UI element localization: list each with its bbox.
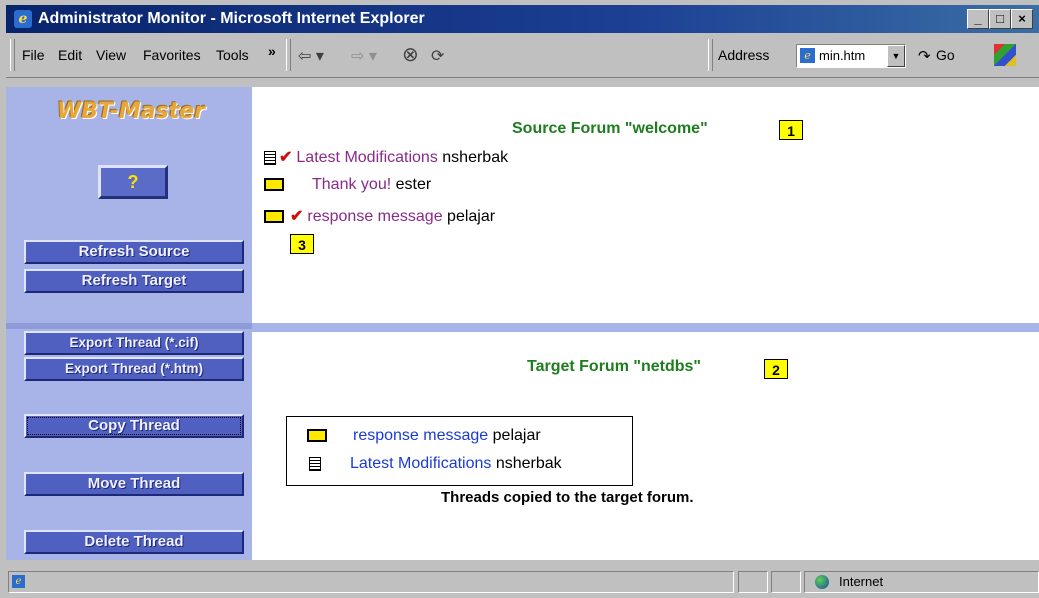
browser-window: e Administrator Monitor - Microsoft Inte…: [0, 0, 1039, 598]
sidebar: WBT-Master ? Refresh Source Refresh Targ…: [6, 87, 252, 560]
source-thread-row[interactable]: ✔ response message pelajar: [264, 206, 495, 226]
callout-2: 2: [764, 359, 788, 379]
address-label: Address: [718, 47, 770, 63]
callout-3: 3: [290, 234, 314, 254]
menu-toolbar: File Edit View Favorites Tools » ⇦ ▾ ⇨ ▾…: [6, 33, 1039, 78]
checkmark-icon: ✔: [279, 149, 293, 166]
target-thread-row[interactable]: response message pelajar: [307, 427, 541, 445]
source-thread-row[interactable]: ✔ Latest Modifications nsherbak: [264, 147, 508, 167]
close-button[interactable]: ×: [1011, 9, 1033, 29]
minimize-button[interactable]: _: [967, 9, 989, 29]
status-text-pane: e: [8, 571, 734, 593]
go-arrow-icon[interactable]: ↷: [918, 47, 931, 65]
toolbar-grip-3[interactable]: [708, 39, 713, 71]
thread-author: pelajar: [492, 427, 541, 444]
target-thread-row[interactable]: Latest Modifications nsherbak: [309, 455, 562, 473]
checkmark-icon: ✔: [290, 208, 304, 225]
address-field[interactable]: e min.htm ▼: [796, 44, 906, 68]
folder-icon: [264, 178, 284, 192]
globe-icon: [815, 575, 829, 589]
export-cif-button[interactable]: Export Thread (*.cif): [24, 331, 244, 355]
refresh-icon[interactable]: ⟳: [431, 46, 444, 66]
window-title: Administrator Monitor - Microsoft Intern…: [38, 10, 425, 27]
source-thread-row[interactable]: Thank you! ester: [264, 176, 431, 194]
zone-label: Internet: [839, 574, 884, 589]
status-pane-3: [771, 571, 801, 593]
refresh-source-button[interactable]: Refresh Source: [24, 240, 244, 264]
menu-tools[interactable]: Tools: [216, 47, 249, 63]
address-value[interactable]: min.htm: [819, 48, 865, 63]
thread-link[interactable]: response message: [307, 208, 442, 225]
zone-pane: Internet: [804, 571, 1039, 593]
thread-link[interactable]: Latest Modifications: [296, 149, 437, 166]
page-content: WBT-Master ? Refresh Source Refresh Targ…: [6, 87, 1039, 560]
target-thread-list: response message pelajar Latest Modifica…: [286, 416, 633, 486]
menu-favorites[interactable]: Favorites: [143, 47, 201, 63]
page-status-icon: e: [12, 575, 25, 588]
folder-icon: [264, 210, 284, 224]
document-icon: [264, 150, 276, 165]
forward-button[interactable]: ⇨ ▾: [351, 46, 377, 66]
wbt-master-logo: WBT-Master: [56, 99, 206, 124]
menu-more-chevron-icon[interactable]: »: [268, 43, 276, 59]
menu-view[interactable]: View: [96, 47, 126, 63]
status-bar: e Internet: [6, 568, 1039, 598]
address-dropdown-icon[interactable]: ▼: [887, 45, 905, 67]
source-forum-title: Source Forum "welcome": [512, 120, 708, 137]
export-htm-button[interactable]: Export Thread (*.htm): [24, 357, 244, 381]
document-icon: [309, 456, 321, 471]
source-forum-pane: Source Forum "welcome" 1 ✔ Latest Modific…: [252, 87, 1039, 323]
callout-1: 1: [779, 120, 803, 140]
pane-divider: [252, 323, 1039, 332]
help-button[interactable]: ?: [98, 165, 168, 199]
copy-thread-button[interactable]: Copy Thread: [24, 414, 244, 438]
thread-author: nsherbak: [442, 149, 509, 166]
target-forum-title: Target Forum "netdbs": [527, 358, 701, 375]
thread-link[interactable]: Thank you!: [312, 176, 391, 193]
thread-author: ester: [395, 176, 432, 193]
delete-thread-button[interactable]: Delete Thread: [24, 530, 244, 554]
move-thread-button[interactable]: Move Thread: [24, 472, 244, 496]
title-bar: e Administrator Monitor - Microsoft Inte…: [6, 5, 1039, 33]
restore-button[interactable]: □: [989, 9, 1011, 29]
sidebar-divider: [6, 323, 252, 329]
toolbar-grip-2[interactable]: [286, 39, 291, 71]
thread-link[interactable]: response message: [353, 427, 488, 444]
folder-icon: [307, 429, 327, 443]
status-message: Threads copied to the target forum.: [441, 489, 694, 506]
toolbar-grip[interactable]: [10, 39, 15, 71]
target-forum-pane: Target Forum "netdbs" 2 response message…: [252, 332, 1039, 560]
refresh-target-button[interactable]: Refresh Target: [24, 269, 244, 293]
menu-edit[interactable]: Edit: [58, 47, 82, 63]
ie-logo-icon: e: [14, 10, 32, 28]
stop-icon[interactable]: ⊗: [402, 42, 419, 67]
thread-author: nsherbak: [495, 455, 562, 472]
thread-link[interactable]: Latest Modifications: [350, 455, 491, 472]
windows-logo-icon: [994, 44, 1016, 66]
status-pane-2: [738, 571, 768, 593]
menu-file[interactable]: File: [22, 47, 45, 63]
thread-author: pelajar: [447, 208, 496, 225]
back-button[interactable]: ⇦ ▾: [298, 46, 324, 66]
go-button[interactable]: Go: [936, 47, 955, 63]
page-icon: e: [800, 48, 815, 63]
